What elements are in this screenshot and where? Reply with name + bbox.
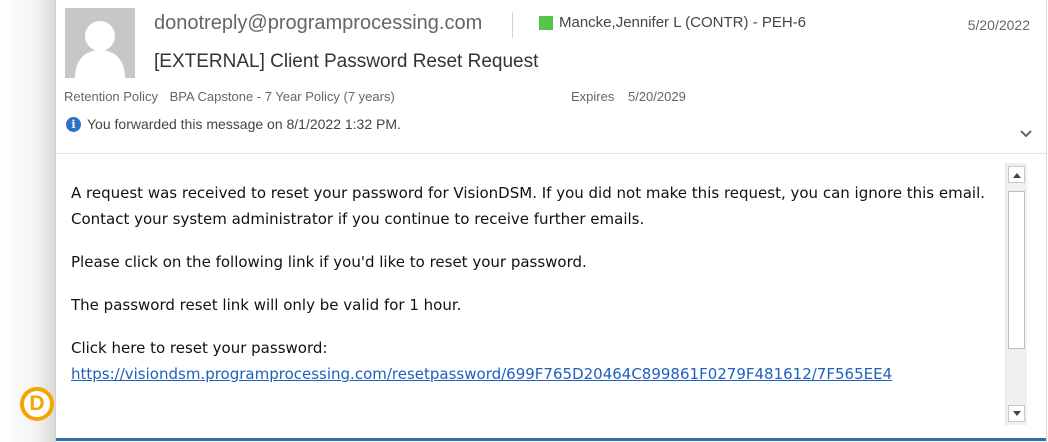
message-body: A request was received to reset your pas… — [71, 180, 1006, 387]
body-paragraph-1: A request was received to reset your pas… — [71, 184, 986, 228]
message-subject: [EXTERNAL] Client Password Reset Request — [154, 51, 539, 72]
sender-address[interactable]: donotreply@programprocessing.com — [154, 12, 482, 35]
body-paragraph-3: The password reset link will only be val… — [71, 296, 462, 314]
body-paragraph-2: Please click on the following link if yo… — [71, 253, 587, 271]
recipient-name[interactable]: Mancke,Jennifer L (CONTR) - PEH-6 — [559, 14, 806, 31]
retention-policy: Retention Policy BPA Capstone - 7 Year P… — [64, 89, 395, 104]
scroll-up-icon[interactable] — [1008, 166, 1025, 183]
left-pane-shadow — [0, 0, 55, 442]
presence-status-icon — [539, 15, 553, 30]
chevron-down-icon[interactable] — [1018, 126, 1034, 142]
pane-bottom-border — [56, 438, 1046, 441]
link-intro: Click here to reset your password: — [71, 339, 328, 357]
email-reading-pane: donotreply@programprocessing.com Mancke,… — [0, 0, 1048, 442]
expires-value: 5/20/2029 — [627, 89, 686, 104]
message-panel: donotreply@programprocessing.com Mancke,… — [55, 0, 1047, 442]
scroll-down-icon[interactable] — [1008, 405, 1025, 422]
retention-value: BPA Capstone - 7 Year Policy (7 years) — [169, 89, 395, 104]
info-icon: i — [66, 116, 81, 132]
recipient[interactable]: Mancke,Jennifer L (CONTR) - PEH-6 — [539, 14, 806, 31]
message-header: donotreply@programprocessing.com Mancke,… — [56, 0, 1048, 150]
sender-avatar — [65, 8, 135, 78]
header-divider — [512, 12, 513, 38]
info-message: You forwarded this message on 8/1/2022 1… — [87, 116, 401, 132]
retention-label: Retention Policy — [64, 89, 158, 104]
person-placeholder-icon — [65, 8, 135, 78]
info-bar: i You forwarded this message on 8/1/2022… — [66, 116, 401, 132]
header-separator — [56, 153, 1046, 154]
sent-date: 5/20/2022 — [967, 17, 1030, 33]
vertical-scrollbar[interactable] — [1005, 163, 1027, 425]
reset-password-link[interactable]: https://visiondsm.programprocessing.com/… — [71, 365, 892, 383]
expires-label: Expires — [571, 89, 615, 104]
annotation-marker: D — [20, 387, 54, 421]
scrollbar-thumb[interactable] — [1008, 191, 1025, 349]
expiry: Expires 5/20/2029 — [571, 89, 686, 104]
